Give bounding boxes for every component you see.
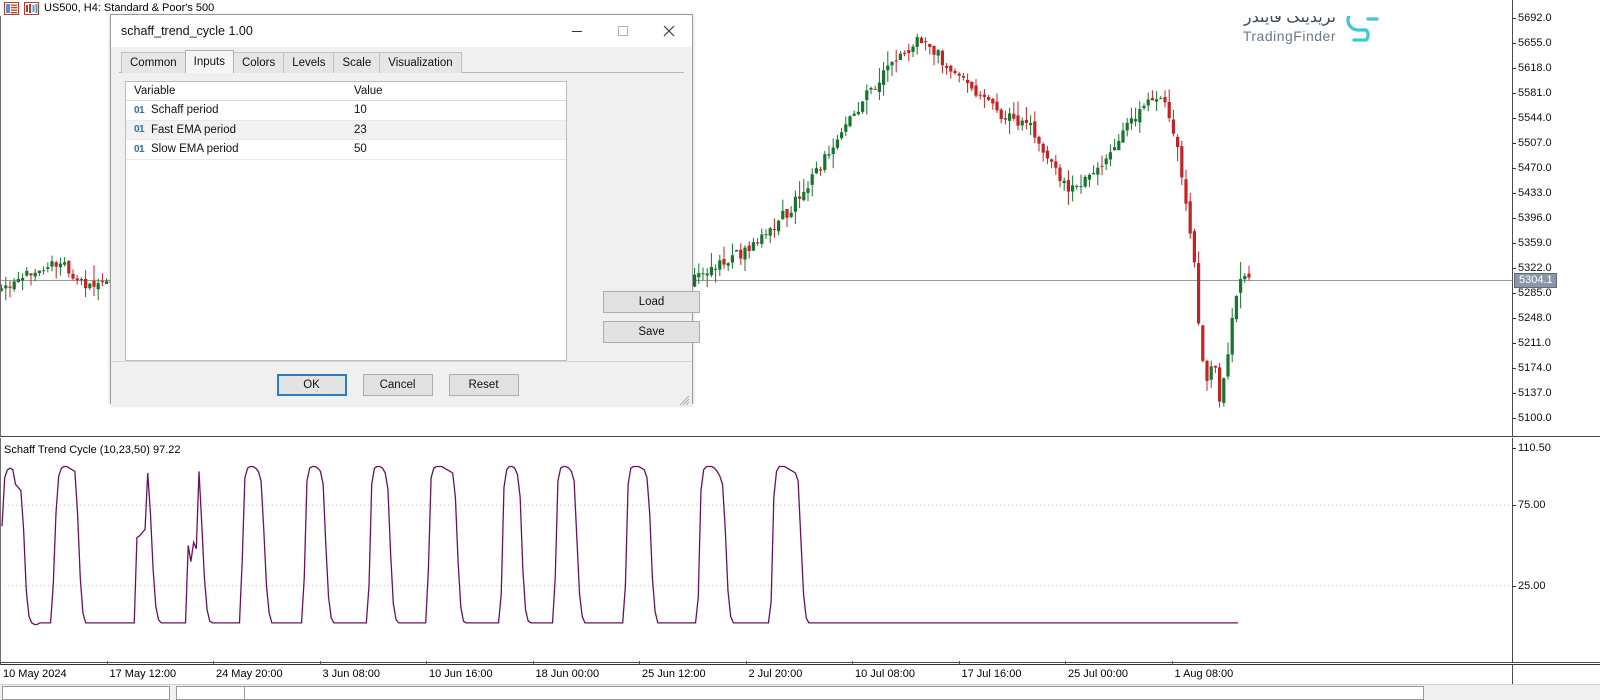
- table-row[interactable]: 01 Slow EMA period 50: [126, 140, 566, 160]
- price-tick: 5507.0: [1513, 138, 1552, 149]
- variable-type-icon: 01: [132, 144, 146, 155]
- scrollbar-track[interactable]: [0, 685, 1600, 700]
- chart-template-icon[interactable]: [24, 2, 39, 15]
- dialog-title: schaff_trend_cycle 1.00: [121, 24, 253, 38]
- indicator-tick: 25.00: [1513, 581, 1546, 592]
- price-tick: 5396.0: [1513, 213, 1552, 224]
- price-tick: 5618.0: [1513, 63, 1552, 74]
- time-tick: 2 Jul 20:00: [746, 665, 803, 680]
- price-tick: 5581.0: [1513, 88, 1552, 99]
- tab-levels[interactable]: Levels: [283, 52, 334, 73]
- price-tick: 5137.0: [1513, 388, 1552, 399]
- ok-button[interactable]: OK: [277, 374, 347, 396]
- price-axis[interactable]: 5692.0 5655.0 5618.0 5581.0 5544.0 5507.0 5470…: [1513, 0, 1600, 437]
- variable-name: Schaff period: [151, 104, 219, 116]
- resize-grip-icon[interactable]: [678, 393, 690, 405]
- variable-type-icon: 01: [132, 105, 146, 116]
- indicator-tick: 110.50: [1513, 443, 1551, 454]
- time-tick: 1 Aug 08:00: [1172, 665, 1234, 680]
- chart-left-edge: [0, 0, 1, 436]
- variable-type-icon: 01: [132, 124, 146, 135]
- column-header-variable: Variable: [126, 85, 348, 97]
- variable-name: Fast EMA period: [151, 124, 236, 136]
- indicator-axis[interactable]: 110.50 75.00 25.00: [1513, 438, 1600, 663]
- maximize-icon[interactable]: [600, 15, 646, 47]
- price-tick: 5248.0: [1513, 313, 1552, 324]
- variable-value[interactable]: 10: [348, 104, 367, 116]
- time-tick: 17 May 12:00: [107, 665, 177, 680]
- chart-symbol-label: US500, H4: Standard & Poor's 500: [44, 2, 214, 14]
- scrollbar-thumb-1[interactable]: [2, 686, 170, 700]
- table-row[interactable]: 01 Fast EMA period 23: [126, 121, 566, 141]
- save-button[interactable]: Save: [603, 321, 700, 343]
- grid-header-row: Variable Value: [126, 82, 566, 101]
- indicator-pane[interactable]: Schaff Trend Cycle (10,23,50) 97.22: [0, 438, 1513, 663]
- time-tick: 25 Jun 12:00: [639, 665, 706, 680]
- time-tick: 10 Jun 16:00: [426, 665, 493, 680]
- load-button[interactable]: Load: [603, 291, 700, 313]
- dialog-footer: OK Cancel Reset: [111, 361, 692, 407]
- table-row[interactable]: 01 Schaff period 10: [126, 101, 566, 121]
- dialog-title-bar[interactable]: schaff_trend_cycle 1.00: [111, 15, 692, 47]
- dialog-tabs[interactable]: CommonInputsColorsLevelsScaleVisualizati…: [111, 51, 692, 73]
- indicator-label: Schaff Trend Cycle (10,23,50) 97.22: [4, 444, 181, 456]
- tab-scale[interactable]: Scale: [333, 52, 380, 73]
- price-tick: 5544.0: [1513, 113, 1552, 124]
- time-tick: 10 May 2024: [0, 665, 67, 680]
- time-tick: 24 May 20:00: [213, 665, 283, 680]
- price-tick: 5359.0: [1513, 238, 1552, 249]
- variable-value[interactable]: 50: [348, 143, 367, 155]
- indicator-properties-dialog[interactable]: schaff_trend_cycle 1.00 CommonInputsColo…: [110, 14, 693, 404]
- variable-name: Slow EMA period: [151, 143, 239, 155]
- dialog-body: CommonInputsColorsLevelsScaleVisualizati…: [111, 47, 692, 407]
- time-tick: 25 Jul 00:00: [1065, 665, 1128, 680]
- tab-visualization[interactable]: Visualization: [379, 52, 461, 73]
- variable-value[interactable]: 23: [348, 124, 367, 136]
- price-tick: 5692.0: [1513, 13, 1552, 24]
- current-price-tag: 5304.1: [1514, 273, 1557, 288]
- tab-colors[interactable]: Colors: [233, 52, 284, 73]
- profile-icon[interactable]: [4, 2, 19, 15]
- tab-common[interactable]: Common: [121, 52, 186, 73]
- time-tick: 17 Jul 16:00: [959, 665, 1022, 680]
- horizontal-scrollbar[interactable]: [0, 684, 1600, 700]
- time-tick: 3 Jun 08:00: [320, 665, 381, 680]
- indicator-left-edge: [0, 438, 1, 662]
- inputs-panel: Variable Value 01 Schaff period 10 01 Fast E…: [111, 73, 692, 361]
- cancel-button[interactable]: Cancel: [363, 374, 433, 396]
- price-tick: 5174.0: [1513, 363, 1552, 374]
- schaff-trend-cycle-line: [0, 438, 1513, 663]
- minimize-icon[interactable]: [554, 15, 600, 47]
- scrollbar-thumb-3[interactable]: [244, 686, 1424, 700]
- time-axis[interactable]: 10 May 2024 17 May 12:00 24 May 20:00 3 Jun…: [0, 664, 1513, 684]
- axis-corner: [1513, 664, 1600, 684]
- load-save-button-group: Load Save: [603, 81, 700, 361]
- price-tick: 5655.0: [1513, 38, 1552, 49]
- indicator-tick: 75.00: [1513, 500, 1546, 511]
- inputs-grid[interactable]: Variable Value 01 Schaff period 10 01 Fast E…: [125, 81, 567, 361]
- price-tick: 5470.0: [1513, 163, 1552, 174]
- price-tick: 5285.0: [1513, 288, 1552, 299]
- tab-inputs[interactable]: Inputs: [185, 50, 234, 73]
- time-tick: 18 Jun 00:00: [533, 665, 600, 680]
- close-icon[interactable]: [646, 15, 692, 47]
- reset-button[interactable]: Reset: [449, 374, 519, 396]
- time-tick: 10 Jul 08:00: [852, 665, 915, 680]
- price-tick: 5100.0: [1513, 413, 1552, 424]
- price-tick: 5433.0: [1513, 188, 1552, 199]
- price-tick: 5211.0: [1513, 338, 1551, 349]
- metatrader-chart-window: US500, H4: Standard & Poor's 500 تریدینگ…: [0, 0, 1600, 700]
- column-header-value: Value: [348, 85, 383, 97]
